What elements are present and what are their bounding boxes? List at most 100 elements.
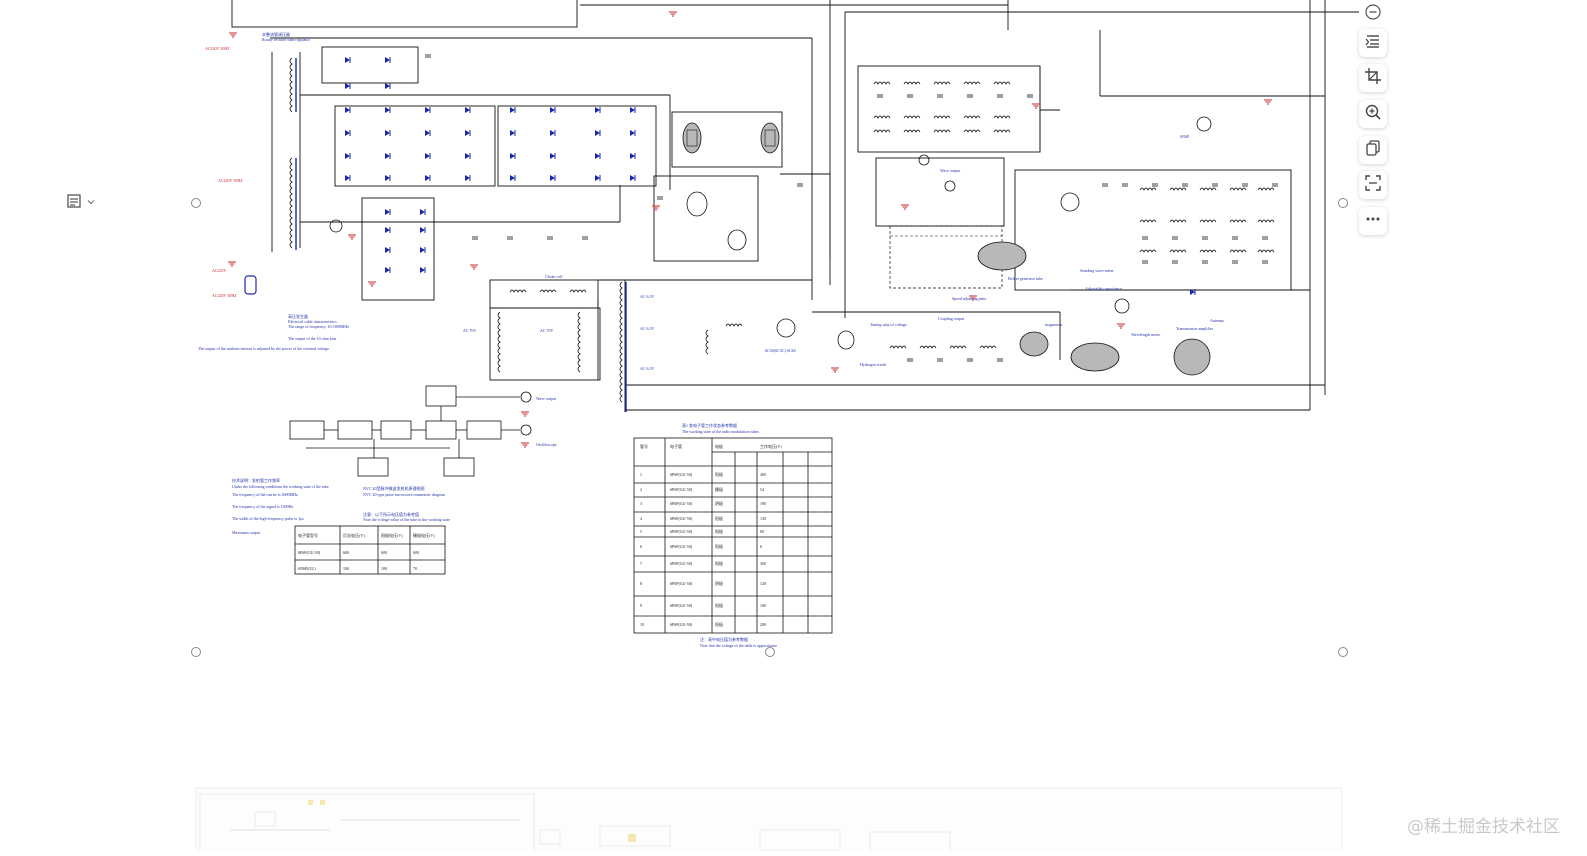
svg-text:Oscilloscope: Oscilloscope — [536, 442, 557, 447]
table-cell: 阳极 — [715, 528, 723, 534]
svg-text:The output of the uniform tens: The output of the uniform tension is adj… — [198, 346, 329, 351]
table-cell: 3 — [640, 501, 642, 506]
table-cell: 6P6P(GU-50) — [670, 581, 693, 586]
watermark-text: @稀土掘金技术社区 — [1407, 817, 1560, 837]
table-header: 栅极电压(V) — [413, 532, 435, 538]
table-cell: 120 — [760, 581, 766, 586]
zoom-out-button[interactable] — [1359, 0, 1387, 28]
table-cell: 600 — [413, 550, 419, 555]
svg-text:表1 各电子管工作状态参考数据: 表1 各电子管工作状态参考数据 — [682, 422, 737, 428]
svg-text:Speed adjusting plate: Speed adjusting plate — [952, 296, 986, 301]
table-cell: 8 — [640, 581, 642, 586]
table-cell: 9 — [640, 603, 642, 608]
table-cell: 6P6P(GU-50) — [670, 529, 693, 534]
table-cell: 6P6P(GU-50) — [670, 544, 693, 549]
table-cell: 70 — [413, 566, 417, 571]
svg-text:AC 70V: AC 70V — [463, 328, 477, 333]
svg-text:Wavelength meter: Wavelength meter — [1131, 332, 1161, 337]
more-button[interactable] — [1359, 207, 1387, 235]
svg-text:Hydrogen triode: Hydrogen triode — [860, 362, 887, 367]
svg-text:AC 6.3V: AC 6.3V — [640, 326, 655, 331]
lines-icon — [1364, 32, 1382, 55]
svg-text:The working state of the radio: The working state of the radio modulatio… — [682, 429, 759, 434]
svg-text:Wave output: Wave output — [536, 396, 557, 401]
svg-text:Maximum output: Maximum output — [232, 530, 261, 535]
svg-text:The output of the 10 ohm bias: The output of the 10 ohm bias — [288, 336, 337, 341]
table-cell: 4 — [640, 516, 642, 521]
svg-text:AC 6.3V: AC 6.3V — [640, 294, 655, 299]
crop-icon — [1364, 67, 1382, 90]
crop-button[interactable] — [1359, 64, 1387, 92]
svg-text:技术说明：发射管工作频率: 技术说明：发射管工作频率 — [232, 477, 280, 483]
svg-text:AC220V: AC220V — [212, 268, 227, 273]
table-header: 电极 — [715, 443, 723, 449]
scan-icon — [1364, 174, 1382, 197]
resize-handle-mid-right[interactable] — [1338, 198, 1348, 208]
table-cell: 400 — [760, 472, 766, 477]
table-header: 电子管 — [670, 443, 682, 449]
resize-handle-bottom-right[interactable] — [1338, 647, 1348, 657]
table-cell: 7 — [640, 561, 642, 566]
svg-text:Note the voltage value of the: Note the voltage value of the tube in th… — [363, 517, 450, 522]
layout-icon — [66, 193, 82, 214]
svg-text:6C3S(6C3C) 6C4S: 6C3S(6C3C) 6C4S — [765, 348, 796, 353]
svg-text:The frequency of the carrier i: The frequency of the carrier is 3000MHz — [232, 492, 298, 497]
table-cell: 100 — [381, 566, 387, 571]
table-cell: 600 — [343, 550, 349, 555]
table-cell: 6P6P(GU-50) — [670, 516, 693, 521]
table-cell: 6 — [640, 544, 642, 549]
table-cell: 6P6P(GU-50) — [670, 622, 693, 627]
table-cell: 80 — [760, 529, 764, 534]
table-header: 工作电压(V) — [760, 443, 782, 449]
svg-text:Tuning strip of voltage: Tuning strip of voltage — [870, 322, 907, 327]
svg-text:magnetron: magnetron — [1045, 322, 1062, 327]
resize-handle-bottom-left[interactable] — [191, 647, 201, 657]
copy-button[interactable] — [1359, 136, 1387, 164]
svg-text:Under the following conditions: Under the following conditions the worki… — [232, 484, 329, 489]
copy-icon — [1364, 139, 1382, 162]
table-cell: 300 — [760, 561, 766, 566]
scan-button[interactable] — [1359, 171, 1387, 199]
table-cell: 130 — [760, 516, 766, 521]
table-cell: 阳极 — [715, 543, 723, 549]
svg-text:Rotary rectifier tube regulato: Rotary rectifier tube regulator — [262, 37, 311, 42]
table-cell: 栅极 — [715, 486, 723, 492]
svg-text:The range of frequency: 10-100: The range of frequency: 10-1000MHz — [288, 324, 349, 329]
table-cell: 2 — [640, 487, 642, 492]
svg-text:Choke coil: Choke coil — [545, 274, 563, 279]
resize-handle-mid-left[interactable] — [191, 198, 201, 208]
svg-text:AC 6.3V: AC 6.3V — [640, 366, 655, 371]
table-cell: 6P6P(GU-50) — [670, 472, 693, 477]
zoom-in-button[interactable] — [1359, 100, 1387, 128]
svg-text:Before generator tube: Before generator tube — [1008, 276, 1043, 281]
table-cell: 190 — [760, 501, 766, 506]
table-cell: 6P6P(GU-50) — [670, 487, 693, 492]
table-header: 电子管型号 — [298, 532, 318, 538]
table-cell: 6P6P(GU-50) — [670, 603, 693, 608]
table-cell: 阴极 — [715, 500, 723, 506]
table-cell: 10 — [640, 622, 644, 627]
svg-text:The frequency of the signal is: The frequency of the signal is 1000Hz — [232, 504, 294, 509]
svg-text:The width of the high-frequenc: The width of the high-frequency pulse is… — [232, 516, 304, 521]
magnify-plus-icon — [1364, 103, 1382, 126]
resize-handle-bottom-center[interactable] — [765, 647, 775, 657]
image-layout-control[interactable] — [66, 193, 106, 213]
table-cell: 100 — [760, 603, 766, 608]
table-cell: 54 — [760, 487, 764, 492]
text-extract-button[interactable] — [1359, 29, 1387, 57]
working-state-table — [633, 437, 833, 634]
table-cell: 阳极 — [715, 515, 723, 521]
svg-text:Wave output: Wave output — [940, 168, 961, 173]
table-cell: 阳极 — [715, 602, 723, 608]
svg-text:Antenna: Antenna — [1210, 318, 1224, 323]
svg-text:Transmission amplifier: Transmission amplifier — [1176, 326, 1214, 331]
table-cell: 600 — [381, 550, 387, 555]
svg-text:Standing wave meter: Standing wave meter — [1080, 268, 1114, 273]
table-cell: 100 — [343, 566, 349, 571]
svg-text:6N6P: 6N6P — [1180, 134, 1190, 139]
schematic-canvas[interactable]: 管号 电子管 电极 工作电压(V) 1 6P6P(GU-50) 阳极 400 2 6P6P(GU-… — [0, 0, 1587, 856]
svg-text:AC220V 50HZ: AC220V 50HZ — [218, 178, 243, 183]
svg-text:Coupling output: Coupling output — [938, 316, 965, 321]
svg-text:AC220V 50HZ: AC220V 50HZ — [212, 293, 237, 298]
minus-icon — [1364, 3, 1382, 26]
